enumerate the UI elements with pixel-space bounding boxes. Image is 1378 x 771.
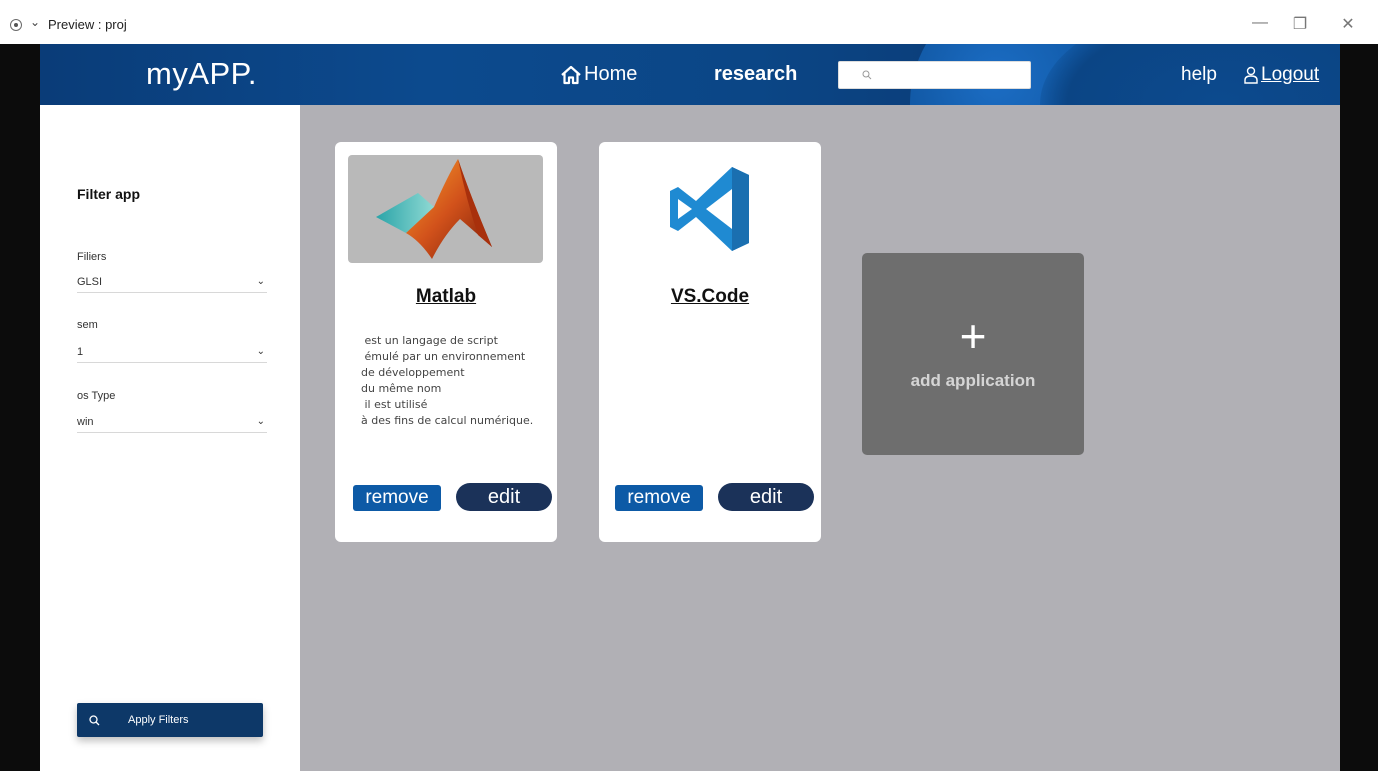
add-application-card[interactable]: + add application — [862, 253, 1084, 455]
remove-button[interactable]: remove — [353, 485, 441, 511]
restore-button[interactable]: ❐ — [1288, 14, 1312, 34]
search-icon — [89, 714, 100, 725]
edit-button[interactable]: edit — [456, 483, 552, 511]
app-card-matlab: Matlab est un langage de script émulé pa… — [335, 142, 557, 542]
matlab-membrane-icon — [376, 159, 492, 259]
os-type-value: win — [77, 415, 94, 428]
logout-link[interactable]: Logout — [1244, 64, 1319, 86]
apply-filters-button[interactable]: Apply Filters — [77, 703, 263, 737]
card-description: est un langage de script émulé par un en… — [361, 334, 534, 427]
card-title[interactable]: Matlab — [335, 286, 557, 308]
search-icon — [862, 70, 872, 80]
chevron-down-icon: ⌄ — [256, 346, 265, 357]
window-border-left — [0, 44, 40, 771]
nav-research-link[interactable]: research — [714, 63, 797, 86]
minimize-button[interactable]: — — [1248, 14, 1272, 32]
card-title[interactable]: VS.Code — [599, 286, 821, 308]
window-border-right — [1340, 44, 1378, 771]
top-navbar: myAPP. Home research help Logout — [40, 44, 1340, 105]
edit-button[interactable]: edit — [718, 483, 814, 511]
add-application-label: add application — [910, 371, 1036, 390]
search-input[interactable] — [861, 68, 1011, 82]
close-button[interactable]: ✕ — [1336, 14, 1360, 34]
os-type-select[interactable]: win ⌄ — [77, 411, 267, 433]
filiers-select[interactable]: GLSI ⌄ — [77, 271, 267, 293]
app-root: myAPP. Home research help Logout Filter … — [40, 44, 1340, 771]
brand-logo[interactable]: myAPP. — [146, 56, 257, 92]
search-box[interactable] — [838, 61, 1031, 89]
filter-label-sem: sem — [77, 319, 98, 331]
window-title: Preview : proj — [48, 17, 127, 32]
logout-label: Logout — [1261, 64, 1320, 85]
sem-select[interactable]: 1 ⌄ — [77, 341, 267, 363]
filter-sidebar: Filter app Filiers GLSI ⌄ sem 1 ⌄ os Typ… — [40, 105, 300, 771]
filter-label-filiers: Filiers — [77, 251, 107, 263]
sem-value: 1 — [77, 345, 84, 358]
chevron-down-icon: ⌄ — [256, 276, 265, 287]
filiers-value: GLSI — [77, 275, 103, 288]
app-card-vscode: VS.Code remove edit — [599, 142, 821, 542]
apply-filters-label: Apply Filters — [128, 714, 189, 726]
nav-home-link[interactable]: Home — [560, 63, 637, 86]
nav-home-label: Home — [584, 63, 638, 85]
filter-title: Filter app — [77, 186, 141, 202]
user-icon — [1244, 66, 1258, 84]
vscode-icon — [670, 167, 749, 251]
home-icon — [561, 65, 581, 84]
vscode-logo — [612, 155, 807, 263]
filter-label-os-type: os Type — [77, 390, 116, 402]
plus-icon: + — [959, 310, 987, 362]
chevron-down-icon[interactable]: ⌄ — [30, 15, 40, 29]
matlab-logo — [348, 155, 543, 263]
chevron-down-icon: ⌄ — [256, 416, 265, 427]
window-title-bar: ⌄ Preview : proj — ❐ ✕ — [0, 0, 1378, 44]
remove-button[interactable]: remove — [615, 485, 703, 511]
nav-help-link[interactable]: help — [1181, 64, 1217, 86]
record-icon[interactable] — [10, 19, 22, 31]
